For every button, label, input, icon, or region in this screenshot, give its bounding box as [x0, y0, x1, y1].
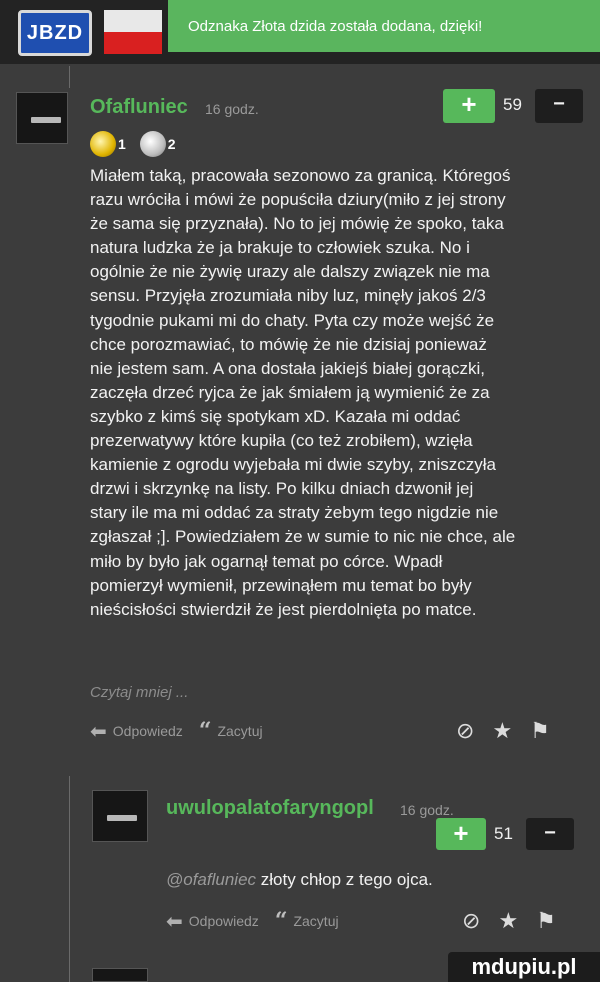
- avatar[interactable]: [92, 790, 148, 842]
- comment-line: razu wróciła i mówi że popuściła dziury(…: [90, 190, 506, 210]
- toast-message: Odznaka Złota dzida została dodana, dzię…: [188, 17, 483, 35]
- downvote-button[interactable]: −: [526, 818, 574, 850]
- reply-arrow-icon[interactable]: ⬅: [166, 909, 183, 934]
- avatar[interactable]: [16, 92, 68, 144]
- comment-line: stary ile ma mi oddać za straty żebym te…: [90, 503, 499, 523]
- comment-time: 16 godz.: [205, 101, 259, 117]
- vote-count: 59: [503, 95, 522, 114]
- comment-line: pomierzył wymienił, przewinąłem mu temat…: [90, 575, 472, 595]
- flag-icon[interactable]: ⚑: [536, 908, 556, 934]
- top-bar: JBZD Odznaka Złota dzida została dodana,…: [0, 0, 600, 64]
- avatar[interactable]: [92, 968, 148, 982]
- reply-arrow-icon[interactable]: ⬅: [90, 719, 107, 744]
- quote-icon[interactable]: “: [275, 908, 288, 934]
- star-icon[interactable]: ★: [498, 908, 518, 934]
- site-logo[interactable]: JBZD: [18, 10, 92, 56]
- site-logo-text: JBZD: [26, 22, 84, 44]
- comment-line: kamienie z ogrodu wyjebała mi dwie szyby…: [90, 455, 496, 475]
- badge-count: 1: [118, 136, 126, 152]
- reply-button[interactable]: Odpowiedz: [189, 913, 259, 929]
- thread-line: [69, 66, 70, 88]
- upvote-button[interactable]: +: [436, 818, 486, 850]
- hide-icon[interactable]: ⊘: [456, 718, 474, 744]
- comment-line: drzwi i skrzynkę na listy. Po kilku dnia…: [90, 479, 474, 499]
- comment-line: zgłaszał ;]. Powiedziałem że w sumie to …: [90, 527, 516, 547]
- comment-line: nieścisłości stwierdził że jest pierdoln…: [90, 599, 477, 619]
- mention-link[interactable]: @ofafluniec: [166, 870, 256, 889]
- badge-list: 1 2: [90, 130, 190, 158]
- comment-username[interactable]: Ofafluniec: [90, 96, 188, 119]
- quote-button[interactable]: Zacytuj: [293, 913, 338, 929]
- comment-actions: ⬅ Odpowiedz “ Zacytuj: [166, 908, 355, 934]
- comment-line: nie jestem sam. A ona dostała jakiejś bi…: [90, 358, 485, 378]
- comment-line: zaczęła drzeć ryjca że jak śmiałem ją wy…: [90, 382, 490, 402]
- read-less-link[interactable]: Czytaj mniej ...: [90, 684, 188, 701]
- comment-actions: ⬅ Odpowiedz “ Zacytuj: [90, 718, 279, 744]
- poland-flag-icon: [104, 10, 162, 54]
- quote-icon[interactable]: “: [199, 718, 212, 744]
- comment-line: ogólnie że nie żywię urazy ale dalszy zw…: [90, 262, 490, 282]
- comment-time: 16 godz.: [400, 802, 454, 818]
- notification-toast: Odznaka Złota dzida została dodana, dzię…: [168, 0, 600, 52]
- gold-spear-badge-icon: [90, 131, 116, 157]
- comment-body: Miałem taką, pracowała sezonowo za grani…: [90, 164, 580, 622]
- comment-line: szybko z kimś się spotykam xD. Kazała mi…: [90, 406, 461, 426]
- hide-icon[interactable]: ⊘: [462, 908, 480, 934]
- downvote-button[interactable]: −: [535, 89, 583, 123]
- thread-line: [69, 776, 70, 982]
- comment-line: natura ludzka że ja brakuje to człowiek …: [90, 238, 470, 258]
- comment-tools: ⊘ ★ ⚑: [438, 718, 550, 744]
- watermark: mdupiu.pl: [448, 952, 600, 982]
- star-icon[interactable]: ★: [492, 718, 512, 744]
- upvote-button[interactable]: +: [443, 89, 495, 123]
- comment-line: złoty chłop z tego ojca.: [260, 870, 433, 889]
- comment-line: Miałem taką, pracowała sezonowo za grani…: [90, 166, 511, 185]
- comment-line: prezerwatywy które kupiła (co też zrobił…: [90, 431, 473, 451]
- badge-count: 2: [167, 136, 176, 152]
- comment-line: tygodnie pukami mi do chaty. Pyta czy mo…: [90, 310, 495, 330]
- comment-tools: ⊘ ★ ⚑: [444, 908, 556, 934]
- quote-button[interactable]: Zacytuj: [217, 723, 262, 739]
- silver-spear-badge-icon: [139, 131, 166, 157]
- comment-line: chce porozmawiać, to mówię że nie dzisia…: [90, 334, 487, 354]
- comment-username[interactable]: uwulopalatofaryngopl: [166, 797, 374, 820]
- reply-button[interactable]: Odpowiedz: [113, 723, 183, 739]
- vote-count: 51: [494, 824, 513, 843]
- comment-line: sensu. Przyjęła zrozumiała niby luz, min…: [90, 286, 486, 306]
- flag-icon[interactable]: ⚑: [530, 718, 550, 744]
- comment-line: miło by było jak ogarnął temat po córce.…: [90, 551, 443, 571]
- comment-line: że sama się przyznała). No to jej mówię …: [90, 214, 504, 234]
- comment-body: @ofafluniec złoty chłop z tego ojca.: [166, 870, 433, 890]
